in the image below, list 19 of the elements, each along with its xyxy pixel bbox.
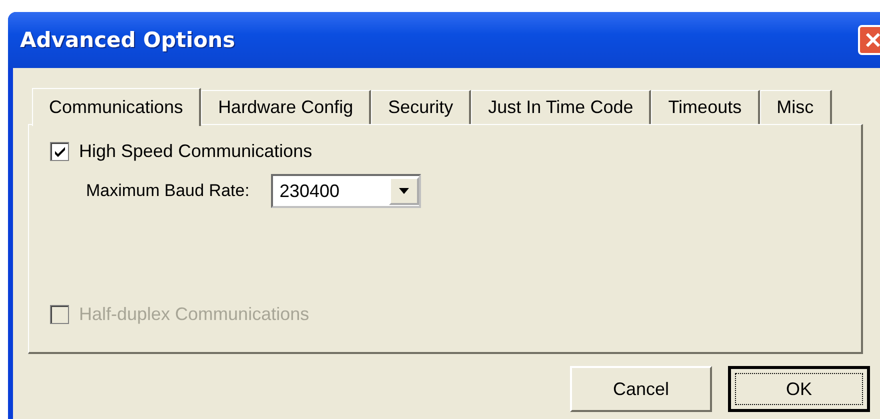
dialog-button[interactable]: OK: [728, 366, 870, 412]
dropdown-button[interactable]: [389, 177, 420, 205]
tab[interactable]: Hardware Config: [201, 90, 372, 124]
tab[interactable]: Just In Time Code: [471, 90, 652, 124]
tab[interactable]: Timeouts: [651, 90, 760, 124]
caret-icon: [399, 188, 410, 194]
checkmark-icon: [54, 146, 66, 158]
tab[interactable]: Security: [371, 90, 472, 124]
checkbox-label: Half-duplex Communications: [79, 304, 310, 325]
window-title: Advanced Options: [20, 28, 236, 52]
checkbox[interactable]: [50, 142, 69, 161]
checkbox-label: High Speed Communications: [79, 141, 312, 162]
tab[interactable]: Communications: [32, 88, 202, 126]
tab[interactable]: Misc: [760, 90, 832, 124]
close-icon: [864, 31, 880, 49]
dialog-button[interactable]: Cancel: [570, 366, 712, 412]
baud-rate-dropdown[interactable]: 230400: [271, 174, 422, 208]
field-label: Maximum Baud Rate:: [86, 181, 250, 201]
close-button[interactable]: [858, 25, 880, 55]
